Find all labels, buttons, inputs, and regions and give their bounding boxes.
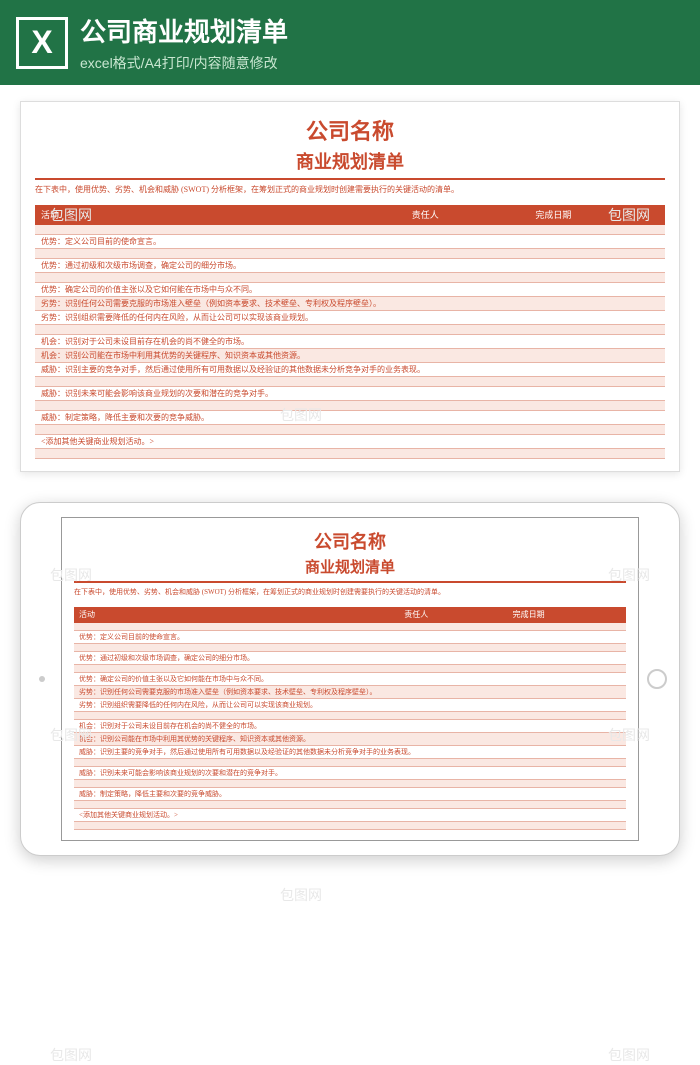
table-row: 威胁：识别主要的竞争对手，然后通过使用所有可用数据以及经验证的其他数据未分析竞争… [35, 363, 665, 377]
table-row [35, 401, 665, 411]
company-name: 公司名称 [35, 114, 665, 146]
content-area: 包图网 包图网 包图网 包图网 包图网 包图网 包图网 包图网 包图网 包图网 … [0, 85, 700, 872]
table-row: 优势：通过初级和次级市场调查，确定公司的细分市场。 [35, 259, 665, 273]
watermark: 包图网 [50, 1045, 92, 1065]
table-row [35, 273, 665, 283]
sheet-small: 公司名称 商业规划清单 在下表中，使用优势、劣势、机会和威胁 (SWOT) 分析… [62, 518, 638, 840]
table-row: 机会：识别对于公司未设目前存在机会的尚不健全的市场。 [74, 720, 626, 733]
col-date: 完成日期 [513, 609, 621, 620]
tablet-screen: 公司名称 商业规划清单 在下表中，使用优势、劣势、机会和威胁 (SWOT) 分析… [61, 517, 639, 841]
col-person: 责任人 [412, 208, 536, 221]
col-activity: 活动 [41, 208, 412, 221]
excel-icon: X [16, 17, 68, 69]
col-person: 责任人 [404, 609, 512, 620]
table-row [74, 759, 626, 767]
table-row: 机会：识别对于公司未设目前存在机会的尚不健全的市场。 [35, 335, 665, 349]
watermark: 包图网 [280, 885, 322, 905]
table-row [74, 822, 626, 830]
company-name: 公司名称 [74, 528, 626, 554]
table-row: 威胁：识别未来可能会影响该商业规划的次要和潜在的竞争对手。 [35, 387, 665, 401]
tablet-camera-icon [39, 676, 45, 682]
table-body: 优势：定义公司目前的使命宣言。 优势：通过初级和次级市场调查，确定公司的细分市场… [74, 622, 626, 830]
table-row: <添加其他关键商业规划活动。> [35, 435, 665, 449]
table-row: 威胁：识别主要的竞争对手，然后通过使用所有可用数据以及经验证的其他数据未分析竞争… [74, 746, 626, 759]
table-header: 活动 责任人 完成日期 [35, 205, 665, 224]
sheet-subtitle: 在下表中，使用优势、劣势、机会和威胁 (SWOT) 分析框架，在筹划正式的商业规… [35, 184, 665, 195]
sheet-title: 商业规划清单 [74, 556, 626, 583]
col-activity: 活动 [79, 609, 404, 620]
table-body: 优势：定义公司目前的使命宣言。 优势：通过初级和次级市场调查，确定公司的细分市场… [35, 224, 665, 459]
table-row [35, 225, 665, 235]
table-row: <添加其他关键商业规划活动。> [74, 809, 626, 822]
tablet-home-button [647, 669, 667, 689]
table-row: 威胁：识别未来可能会影响该商业规划的次要和潜在的竞争对手。 [74, 767, 626, 780]
excel-x-letter: X [31, 24, 52, 61]
table-row: 劣势：识别组织需要降低的任何内在风险，从而让公司可以实现该商业规划。 [35, 311, 665, 325]
col-date: 完成日期 [535, 208, 659, 221]
table-row: 优势：定义公司目前的使命宣言。 [74, 631, 626, 644]
page-title: 公司商业规划清单 [80, 12, 684, 49]
table-row [35, 425, 665, 435]
preview-panel-large: 公司名称 商业规划清单 在下表中，使用优势、劣势、机会和威胁 (SWOT) 分析… [20, 101, 680, 472]
table-row: 机会：识别公司能在市场中利用其优势的关键程序、知识资本或其他资源。 [74, 733, 626, 746]
table-row: 优势：通过初级和次级市场调查，确定公司的细分市场。 [74, 652, 626, 665]
table-row [35, 449, 665, 459]
table-row: 劣势：识别任何公司需要克服的市场准入壁垒（例如资本要求、技术壁垒、专利权及程序壁… [74, 686, 626, 699]
table-row [74, 644, 626, 652]
table-row: 优势：确定公司的价值主张以及它如何能在市场中与众不同。 [35, 283, 665, 297]
table-row: 劣势：识别组织需要降低的任何内在风险，从而让公司可以实现该商业规划。 [74, 699, 626, 712]
table-row: 威胁：制定策略，降低主要和次要的竞争威胁。 [74, 788, 626, 801]
table-row: 威胁：制定策略，降低主要和次要的竞争威胁。 [35, 411, 665, 425]
sheet-subtitle: 在下表中，使用优势、劣势、机会和威胁 (SWOT) 分析框架，在筹划正式的商业规… [74, 587, 626, 597]
sheet-title: 商业规划清单 [35, 148, 665, 180]
table-row: 劣势：识别任何公司需要克服的市场准入壁垒（例如资本要求、技术壁垒、专利权及程序壁… [35, 297, 665, 311]
app-header: X 公司商业规划清单 excel格式/A4打印/内容随意修改 [0, 0, 700, 85]
header-text-block: 公司商业规划清单 excel格式/A4打印/内容随意修改 [80, 12, 684, 73]
table-row [74, 665, 626, 673]
table-row [74, 780, 626, 788]
sheet-large: 公司名称 商业规划清单 在下表中，使用优势、劣势、机会和威胁 (SWOT) 分析… [21, 102, 679, 471]
table-row [35, 249, 665, 259]
watermark: 包图网 [608, 1045, 650, 1065]
table-row [74, 801, 626, 809]
table-header: 活动 责任人 完成日期 [74, 607, 626, 622]
table-row [35, 325, 665, 335]
table-row [74, 623, 626, 631]
table-row: 优势：确定公司的价值主张以及它如何能在市场中与众不同。 [74, 673, 626, 686]
table-row [74, 712, 626, 720]
table-row: 优势：定义公司目前的使命宣言。 [35, 235, 665, 249]
table-row [35, 377, 665, 387]
tablet-frame: 公司名称 商业规划清单 在下表中，使用优势、劣势、机会和威胁 (SWOT) 分析… [20, 502, 680, 856]
table-row: 机会：识别公司能在市场中利用其优势的关键程序、知识资本或其他资源。 [35, 349, 665, 363]
page-subtitle: excel格式/A4打印/内容随意修改 [80, 53, 684, 73]
